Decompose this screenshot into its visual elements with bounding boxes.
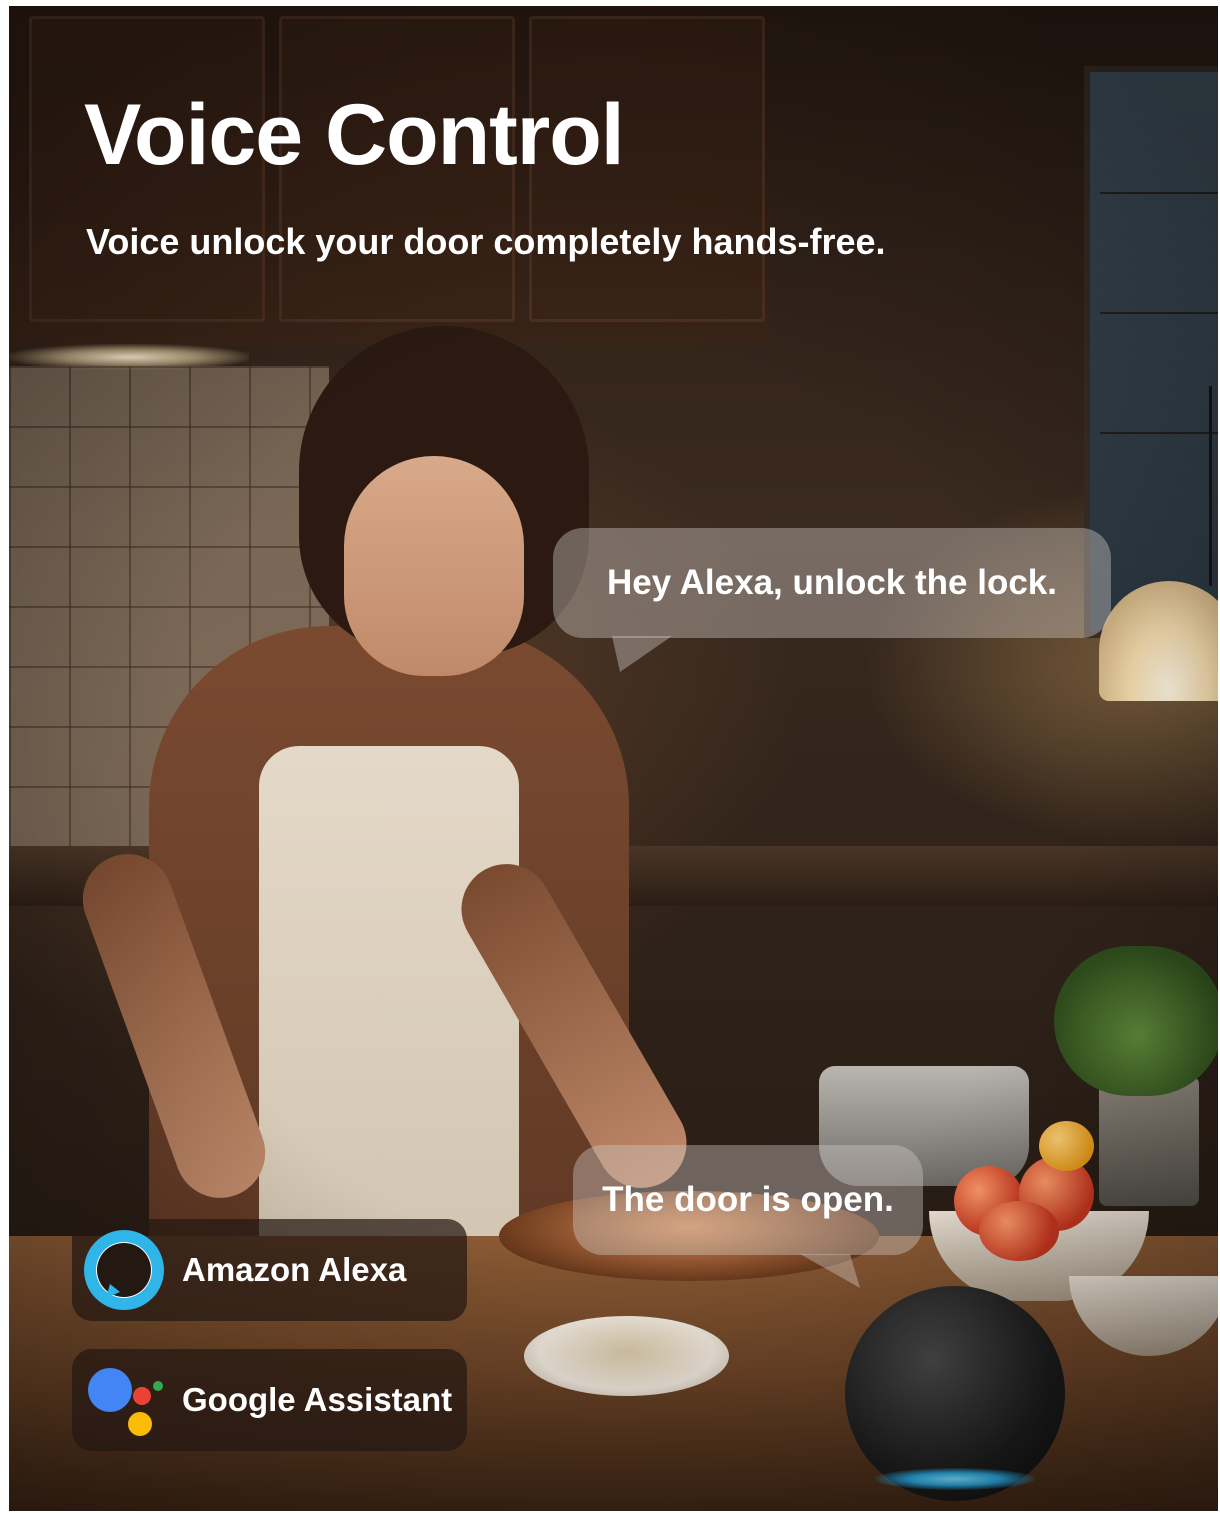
lamp-cord (1209, 386, 1212, 586)
tomato (979, 1201, 1059, 1261)
page-title: Voice Control (84, 87, 625, 183)
window-mullion (1100, 432, 1218, 434)
orange (1039, 1121, 1094, 1171)
face (344, 456, 524, 676)
speech-bubble-response: The door is open. (573, 1145, 923, 1255)
speech-bubble-command: Hey Alexa, unlock the lock. (553, 528, 1111, 638)
window-mullion (1100, 192, 1218, 194)
google-assistant-logo-icon (80, 1356, 168, 1444)
alexa-logo-icon (80, 1226, 168, 1314)
speech-bubble-tail (612, 636, 672, 672)
speech-bubble-tail (800, 1254, 860, 1288)
google-assistant-badge: Google Assistant (72, 1349, 467, 1451)
window-mullion (1100, 312, 1218, 314)
small-bowl (524, 1316, 729, 1396)
speech-bubble-text: The door is open. (602, 1180, 894, 1219)
assistant-label: Google Assistant (182, 1381, 453, 1418)
speaker-light-ring (875, 1468, 1035, 1490)
speech-bubble-text: Hey Alexa, unlock the lock. (607, 563, 1057, 602)
amazon-alexa-badge: Amazon Alexa (72, 1219, 467, 1321)
page-subtitle: Voice unlock your door completely hands-… (86, 221, 886, 262)
herb-plant (1054, 946, 1218, 1096)
assistant-label: Amazon Alexa (182, 1251, 407, 1288)
